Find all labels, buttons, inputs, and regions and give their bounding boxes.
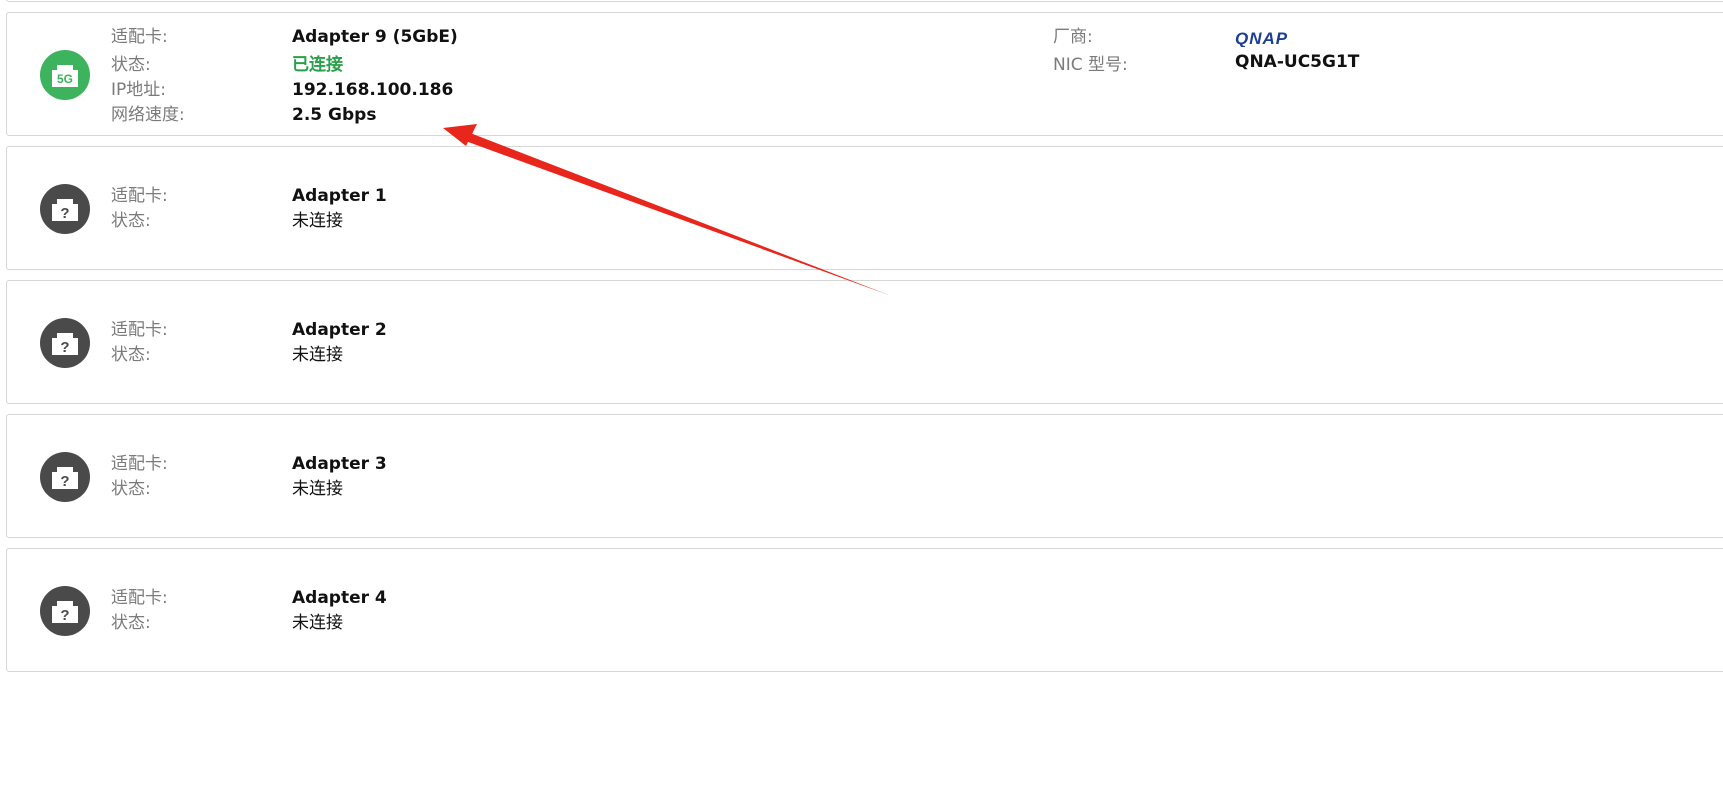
svg-text:QNAP: QNAP xyxy=(1235,29,1288,47)
nic-model-value: QNA-UC5G1T xyxy=(1235,52,1360,72)
status-value: 未连接 xyxy=(292,479,343,499)
previous-card-edge xyxy=(6,0,1723,2)
status-value: 未连接 xyxy=(292,345,343,365)
adapter-name: Adapter 3 xyxy=(292,454,387,474)
unknown-ethernet-icon: ? xyxy=(40,184,90,234)
status-label: 状态: xyxy=(111,345,151,365)
adapter-name: Adapter 9 (5GbE) xyxy=(292,27,458,47)
unknown-ethernet-icon: ? xyxy=(40,318,90,368)
status-label: 状态: xyxy=(111,211,151,231)
adapter-card-adapter-4[interactable]: ? 适配卡: Adapter 4 状态: 未连接 xyxy=(6,548,1723,672)
status-label: 状态: xyxy=(111,55,151,75)
adapter-name: Adapter 2 xyxy=(292,320,387,340)
adapter-label: 适配卡: xyxy=(111,27,168,47)
svg-text:?: ? xyxy=(60,339,69,356)
adapter-label: 适配卡: xyxy=(111,186,168,206)
ip-value: 192.168.100.186 xyxy=(292,80,454,100)
status-value: 已连接 xyxy=(292,55,343,75)
adapter-label: 适配卡: xyxy=(111,320,168,340)
status-value: 未连接 xyxy=(292,211,343,231)
status-label: 状态: xyxy=(111,613,151,633)
adapter-label: 适配卡: xyxy=(111,454,168,474)
speed-value: 2.5 Gbps xyxy=(292,105,377,125)
adapter-card-adapter-3[interactable]: ? 适配卡: Adapter 3 状态: 未连接 xyxy=(6,414,1723,538)
adapter-card-adapter-9[interactable]: 5G 适配卡: Adapter 9 (5GbE) 状态: 已连接 IP地址: 1… xyxy=(6,12,1723,136)
5g-ethernet-icon: 5G xyxy=(40,50,90,100)
unknown-ethernet-icon: ? xyxy=(40,452,90,502)
adapter-card-adapter-2[interactable]: ? 适配卡: Adapter 2 状态: 未连接 xyxy=(6,280,1723,404)
adapter-name: Adapter 1 xyxy=(292,186,387,206)
svg-text:?: ? xyxy=(60,607,69,624)
qnap-logo: QNAP xyxy=(1235,29,1315,51)
adapter-label: 适配卡: xyxy=(111,588,168,608)
ip-label: IP地址: xyxy=(111,80,166,100)
unknown-ethernet-icon: ? xyxy=(40,586,90,636)
adapter-card-adapter-1[interactable]: ? 适配卡: Adapter 1 状态: 未连接 xyxy=(6,146,1723,270)
status-value: 未连接 xyxy=(292,613,343,633)
svg-text:?: ? xyxy=(60,473,69,490)
speed-label: 网络速度: xyxy=(111,105,185,125)
svg-text:5G: 5G xyxy=(57,72,73,86)
nic-model-label: NIC 型号: xyxy=(1053,55,1128,75)
adapter-list-page: 5G 适配卡: Adapter 9 (5GbE) 状态: 已连接 IP地址: 1… xyxy=(0,0,1723,804)
adapter-name: Adapter 4 xyxy=(292,588,387,608)
svg-text:?: ? xyxy=(60,205,69,222)
vendor-label: 厂商: xyxy=(1053,27,1093,47)
status-label: 状态: xyxy=(111,479,151,499)
